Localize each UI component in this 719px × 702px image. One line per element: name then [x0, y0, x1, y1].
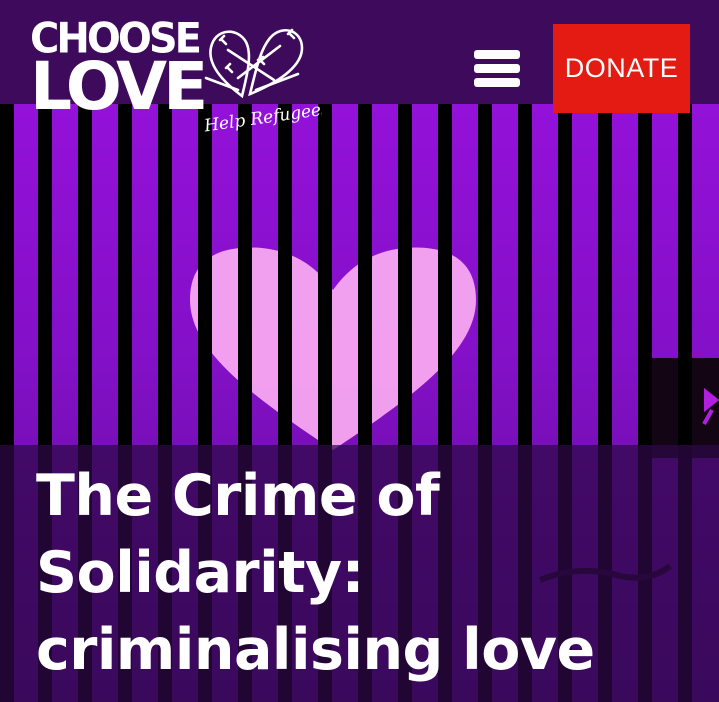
menu-bar-top [474, 50, 520, 59]
help-refugees-logo[interactable]: Help Refugees [198, 20, 322, 132]
menu-bar-middle [474, 64, 520, 73]
barbed-wire-heart-icon [204, 28, 304, 99]
menu-button[interactable] [466, 42, 526, 94]
menu-bar-bottom [474, 78, 520, 87]
logo-word-choose: CHOOSE [30, 14, 202, 64]
donate-button[interactable]: DONATE [553, 24, 690, 113]
page: CHOOSE LOVE Help Refugees DONATE The Cri… [0, 0, 719, 702]
choose-love-logo[interactable]: CHOOSE LOVE [30, 14, 208, 125]
article-headline[interactable]: The Crime of Solidarity: criminalising l… [36, 458, 676, 689]
help-refugees-text: Help Refugees [202, 99, 322, 132]
logo-word-love: LOVE [30, 48, 208, 125]
